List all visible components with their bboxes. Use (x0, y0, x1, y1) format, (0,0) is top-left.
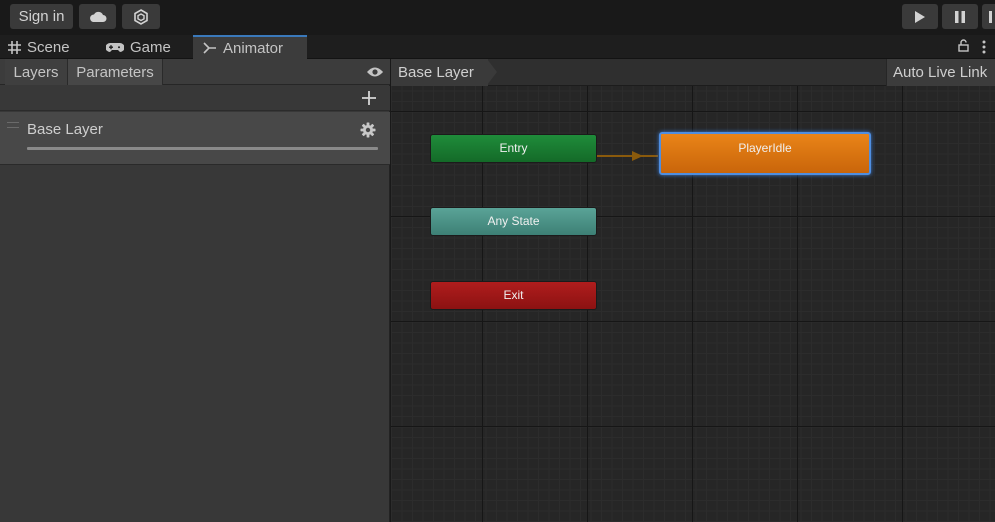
sign-in-button[interactable]: Sign in (10, 4, 73, 29)
add-layer-button[interactable] (361, 90, 377, 109)
transition-arrow[interactable] (596, 148, 662, 164)
tab-layers[interactable]: Layers (5, 59, 68, 85)
eye-icon[interactable] (366, 66, 384, 81)
state-node-any-state[interactable]: Any State (430, 207, 597, 236)
play-icon (915, 10, 925, 23)
lock-icon[interactable] (958, 39, 969, 55)
tab-label: Game (130, 38, 171, 56)
hexagon-icon (134, 8, 148, 25)
tab-label: Animator (223, 39, 284, 57)
state-node-label: PlayerIdle (738, 141, 792, 155)
tab-animator[interactable]: Animator (193, 35, 307, 59)
layers-panel-tabs: Layers Parameters (0, 59, 390, 85)
pause-icon (955, 10, 965, 23)
editor-tab-strip: Scene Game Animator (0, 35, 995, 59)
tab-label: Scene (27, 38, 70, 56)
layer-name: Base Layer (27, 121, 103, 138)
arrowhead-icon (632, 151, 643, 161)
tab-parameters-label: Parameters (76, 63, 154, 81)
breadcrumb-arrow-icon (487, 59, 497, 85)
step-button[interactable] (982, 4, 995, 29)
layers-panel: Layers Parameters Base Layer (0, 59, 390, 522)
grid-icon (8, 40, 21, 54)
breadcrumb-label: Base Layer (398, 64, 474, 81)
state-node-player-idle[interactable]: PlayerIdle (659, 132, 871, 175)
state-node-label: Any State (487, 214, 540, 228)
layer-item-base-layer[interactable]: Base Layer (0, 112, 390, 165)
kebab-menu-icon[interactable] (981, 40, 987, 57)
main-toolbar: Sign in (0, 0, 995, 35)
gear-icon[interactable] (360, 122, 376, 141)
auto-live-link-label: Auto Live Link (893, 64, 988, 81)
plus-icon (362, 91, 376, 105)
cloud-button[interactable] (79, 4, 116, 29)
gamepad-icon (106, 42, 124, 53)
animator-icon (203, 42, 217, 54)
state-node-label: Exit (503, 288, 524, 302)
drag-handle-icon[interactable] (7, 122, 19, 128)
tab-layers-label: Layers (13, 63, 59, 81)
pause-button[interactable] (942, 4, 978, 29)
tab-scene[interactable]: Scene (8, 35, 70, 59)
state-node-exit[interactable]: Exit (430, 281, 597, 310)
sign-in-label: Sign in (18, 8, 65, 25)
collab-button[interactable] (122, 4, 160, 29)
step-icon (989, 10, 992, 23)
cloud-icon (89, 11, 106, 22)
tab-parameters[interactable]: Parameters (68, 59, 163, 85)
add-layer-row (0, 86, 390, 111)
play-button[interactable] (902, 4, 938, 29)
layer-weight-bar (27, 147, 378, 150)
auto-live-link-toggle[interactable]: Auto Live Link (886, 59, 995, 86)
breadcrumb-base-layer[interactable]: Base Layer (391, 59, 488, 86)
state-node-label: Entry (499, 141, 528, 155)
state-node-entry[interactable]: Entry (430, 134, 597, 163)
tab-game[interactable]: Game (106, 35, 171, 59)
